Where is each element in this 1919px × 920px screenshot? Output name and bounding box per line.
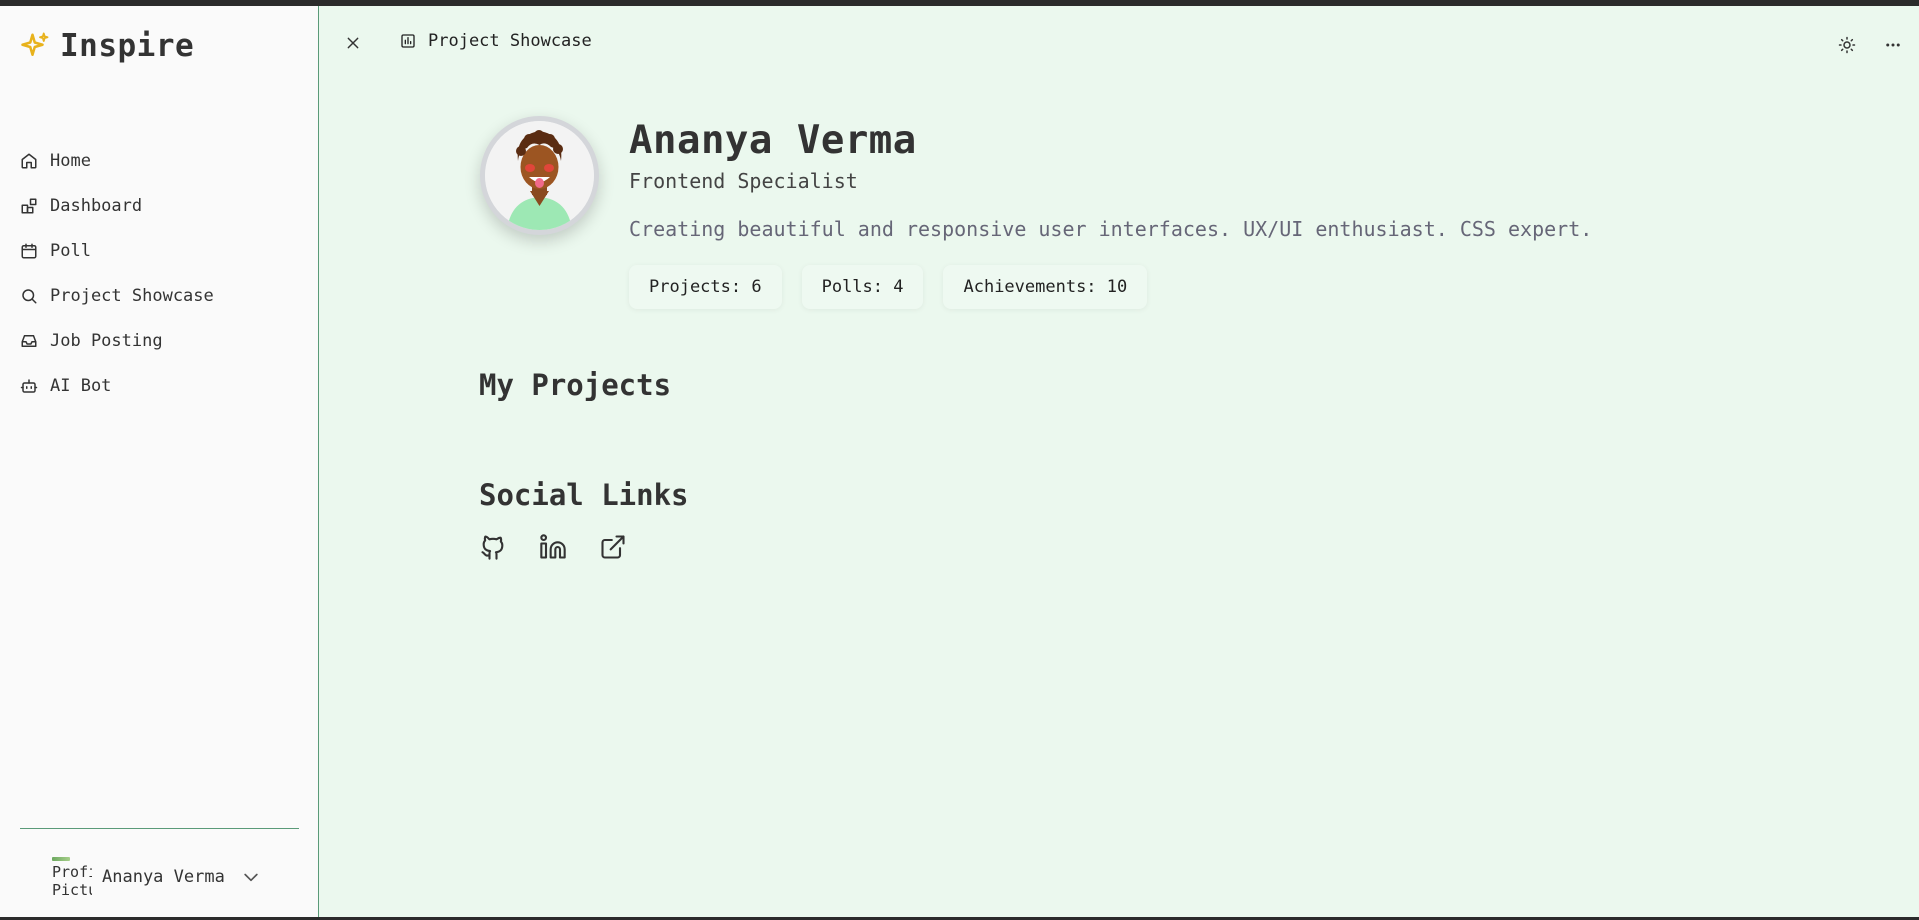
sidebar-item-label: Home	[50, 150, 91, 171]
sun-icon	[1838, 36, 1856, 54]
user-avatar[interactable]: Profile Picture	[52, 857, 92, 897]
sidebar-item-label: Job Posting	[50, 330, 163, 351]
social-links	[479, 532, 627, 562]
more-horizontal-icon	[1886, 43, 1900, 47]
inbox-icon	[20, 332, 38, 350]
app-window: Inspire Home Dashboard Poll Project Show…	[0, 6, 1919, 917]
brand-title: Inspire	[60, 28, 195, 64]
sidebar-item-job-posting[interactable]: Job Posting	[20, 318, 300, 363]
stat-achievements: Achievements: 10	[943, 265, 1148, 309]
brand[interactable]: Inspire	[20, 28, 194, 64]
external-link-icon[interactable]	[599, 532, 627, 562]
user-name: Ananya Verma	[102, 867, 225, 887]
sidebar-item-poll[interactable]: Poll	[20, 228, 300, 273]
sidebar-item-label: AI Bot	[50, 375, 112, 396]
user-menu[interactable]: Profile Picture Ananya Verma	[52, 857, 261, 897]
dashboard-icon	[20, 197, 38, 215]
chart-icon	[400, 33, 416, 49]
close-button[interactable]	[343, 33, 363, 53]
sidebar-item-label: Dashboard	[50, 195, 143, 216]
topbar: Project Showcase	[319, 6, 1919, 76]
sidebar-item-ai-bot[interactable]: AI Bot	[20, 363, 300, 408]
sidebar-item-project-showcase[interactable]: Project Showcase	[20, 273, 300, 318]
stat-polls: Polls: 4	[801, 265, 924, 309]
sidebar: Inspire Home Dashboard Poll Project Show…	[0, 6, 319, 917]
sidebar-item-label: Poll	[50, 240, 91, 261]
avatar-illustration	[485, 121, 594, 230]
theme-toggle-button[interactable]	[1837, 35, 1857, 55]
github-icon[interactable]	[479, 532, 507, 562]
main-content: Project Showcase Ananya Verma Frontend S…	[319, 6, 1919, 917]
calendar-icon	[20, 242, 38, 260]
profile-name: Ananya Verma	[629, 118, 917, 163]
chevron-down-icon[interactable]	[241, 867, 261, 887]
profile-bio: Creating beautiful and responsive user i…	[629, 217, 1593, 241]
my-projects-heading: My Projects	[479, 368, 672, 402]
user-avatar-alt: Profile Picture	[52, 863, 92, 897]
page-tab: Project Showcase	[400, 31, 592, 51]
sidebar-item-dashboard[interactable]: Dashboard	[20, 183, 300, 228]
broken-image-icon	[52, 857, 70, 861]
profile-role: Frontend Specialist	[629, 169, 858, 193]
profile-stats: Projects: 6 Polls: 4 Achievements: 10	[629, 265, 1592, 309]
home-icon	[20, 152, 38, 170]
page-title: Project Showcase	[428, 31, 592, 51]
sidebar-nav: Home Dashboard Poll Project Showcase Job…	[20, 138, 300, 408]
search-icon	[20, 287, 38, 305]
sidebar-item-label: Project Showcase	[50, 285, 214, 306]
bot-icon	[20, 377, 38, 395]
close-icon	[347, 37, 359, 49]
linkedin-icon[interactable]	[539, 532, 567, 562]
social-links-heading: Social Links	[479, 478, 689, 512]
stat-projects: Projects: 6	[629, 265, 782, 309]
profile-info: Ananya Verma Frontend Specialist Creatin…	[629, 118, 1592, 309]
sparkle-icon	[20, 31, 50, 61]
more-options-button[interactable]	[1883, 35, 1903, 55]
sidebar-item-home[interactable]: Home	[20, 138, 300, 183]
profile-avatar	[480, 116, 599, 235]
sidebar-divider	[20, 828, 299, 829]
